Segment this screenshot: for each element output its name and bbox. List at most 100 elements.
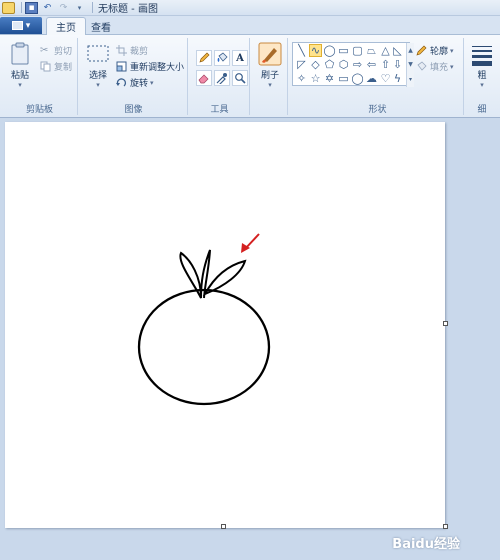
paste-label: 粘贴	[10, 71, 29, 81]
resize-label: 重新调整大小	[130, 63, 185, 73]
fill-dropdown-icon: ▾	[450, 62, 454, 71]
rounded-callout-shape-icon[interactable]: ▭	[337, 72, 350, 85]
curve-shape-icon[interactable]: ∿	[309, 44, 322, 57]
paste-button[interactable]: 粘贴 ▾	[6, 42, 34, 89]
fill-label: 填充	[430, 63, 449, 73]
polygon-shape-icon[interactable]: ⏢	[365, 44, 378, 57]
size-group-label: 细	[477, 105, 487, 115]
outline-pencil-icon	[416, 45, 427, 56]
ribbon: 粘贴 ▾ ✂ 剪切 复制 剪贴板 选择 ▾ 裁剪 重新调整大小 旋转 ▾ 图像 …	[0, 35, 500, 118]
oval-callout-shape-icon[interactable]: ◯	[351, 72, 364, 85]
scissors-icon: ✂	[40, 45, 49, 56]
undo-icon[interactable]: ↶	[41, 2, 54, 14]
paste-dropdown-icon: ▾	[18, 81, 22, 89]
separator	[21, 2, 22, 13]
select-dropdown-icon: ▾	[96, 81, 100, 89]
line-shape-icon[interactable]: ╲	[295, 44, 308, 57]
paint-app-icon[interactable]	[2, 1, 15, 14]
tools-group: A 工具	[190, 38, 250, 115]
copy-icon	[40, 61, 51, 72]
paint-menu-button[interactable]: ▾	[0, 17, 42, 34]
copy-label: 复制	[54, 63, 73, 73]
right-triangle-alt-shape-icon[interactable]: ◸	[295, 58, 308, 71]
left-arrow-shape-icon[interactable]: ⇦	[365, 58, 378, 71]
scroll-down-icon[interactable]: ▼	[408, 61, 413, 68]
four-point-star-shape-icon[interactable]: ✧	[295, 72, 308, 85]
right-leaf	[202, 259, 247, 296]
outline-button[interactable]: 轮廓 ▾	[416, 44, 454, 57]
rounded-rectangle-shape-icon[interactable]: ▢	[351, 44, 364, 57]
tab-home[interactable]: 主页	[46, 17, 86, 35]
shapes-group: ╲ ∿ ◯ ▭ ▢ ⏢ △ ◺ ◸ ◇ ⬠ ⬡ ⇨ ⇦ ⇧ ⇩ ✧ ☆ ✡ ▭ …	[292, 38, 464, 115]
brushes-button[interactable]: 刷子 ▾	[256, 42, 284, 89]
copy-button[interactable]: 复制	[40, 60, 72, 73]
cloud-callout-shape-icon[interactable]: ☁	[365, 72, 378, 85]
scroll-up-icon[interactable]: ▲	[408, 47, 413, 54]
canvas-resize-handle-right[interactable]	[443, 321, 448, 326]
apple-drawing	[137, 233, 271, 406]
rectangle-shape-icon[interactable]: ▭	[337, 44, 350, 57]
shapes-scrollbar[interactable]: ▲ ▼ ▾	[406, 43, 414, 87]
resize-icon	[116, 61, 127, 72]
crop-button[interactable]: 裁剪	[116, 44, 148, 57]
drawing-canvas[interactable]	[5, 122, 445, 528]
line-size-icon	[472, 46, 492, 66]
clipboard-group-label: 剪贴板	[25, 105, 53, 115]
paste-icon	[11, 42, 29, 65]
eraser-icon[interactable]	[196, 70, 212, 86]
redo-icon[interactable]: ↷	[57, 2, 70, 14]
shapes-group-label: 形状	[368, 105, 387, 115]
customize-toolbar-icon[interactable]: ▾	[73, 2, 86, 14]
separator	[92, 2, 93, 13]
diamond-shape-icon[interactable]: ◇	[309, 58, 322, 71]
magnifier-icon[interactable]	[232, 70, 248, 86]
canvas-resize-handle-corner[interactable]	[443, 524, 448, 529]
size-dropdown-icon: ▾	[480, 81, 484, 89]
hexagon-shape-icon[interactable]: ⬡	[337, 58, 350, 71]
shapes-gallery: ╲ ∿ ◯ ▭ ▢ ⏢ △ ◺ ◸ ◇ ⬠ ⬡ ⇨ ⇦ ⇧ ⇩ ✧ ☆ ✡ ▭ …	[292, 42, 414, 87]
image-group-label: 图像	[124, 105, 143, 115]
brushes-group: 刷子 ▾	[252, 38, 288, 115]
tab-view[interactable]: 查看	[82, 17, 120, 35]
brushes-label: 刷子	[260, 71, 279, 81]
rotate-button[interactable]: 旋转 ▾	[116, 76, 154, 89]
clipboard-group: 粘贴 ▾ ✂ 剪切 复制 剪贴板	[2, 38, 78, 115]
outline-dropdown-icon: ▾	[450, 46, 454, 55]
color-picker-icon[interactable]	[214, 70, 230, 86]
fill-button[interactable]: 填充 ▾	[416, 60, 454, 73]
image-group: 选择 ▾ 裁剪 重新调整大小 旋转 ▾ 图像	[80, 38, 188, 115]
right-triangle-shape-icon[interactable]: ◺	[391, 44, 404, 57]
expand-gallery-icon[interactable]: ▾	[409, 76, 412, 83]
fill-bucket-icon[interactable]	[214, 50, 230, 66]
canvas-resize-handle-bottom[interactable]	[221, 524, 226, 529]
down-arrow-shape-icon[interactable]: ⇩	[391, 58, 404, 71]
oval-shape-icon[interactable]: ◯	[323, 44, 336, 57]
six-point-star-shape-icon[interactable]: ✡	[323, 72, 336, 85]
rotate-icon	[116, 78, 127, 87]
watermark: Baidu经验	[392, 537, 460, 552]
window-title: 无标题 - 画图	[98, 4, 158, 15]
resize-button[interactable]: 重新调整大小	[116, 60, 184, 73]
crop-icon	[116, 45, 127, 56]
size-button[interactable]: 粗 ▾	[470, 44, 494, 89]
select-button[interactable]: 选择 ▾	[84, 42, 112, 89]
five-point-star-shape-icon[interactable]: ☆	[309, 72, 322, 85]
menu-doc-icon	[11, 21, 23, 30]
tools-group-label: 工具	[210, 105, 229, 115]
select-rect-icon	[87, 45, 109, 62]
lightning-shape-icon[interactable]: ϟ	[391, 72, 404, 85]
cut-button[interactable]: ✂ 剪切	[40, 44, 72, 57]
ribbon-tab-bar: ▾ 主页 查看	[0, 16, 500, 35]
canvas-workspace: Baidu经验	[0, 118, 500, 560]
size-group: 粗 ▾ 细	[466, 38, 498, 115]
pentagon-shape-icon[interactable]: ⬠	[323, 58, 336, 71]
save-icon[interactable]: ▪	[25, 1, 38, 14]
text-tool-icon[interactable]: A	[232, 50, 248, 66]
brush-icon	[258, 42, 282, 66]
fill-icon	[417, 61, 427, 71]
size-label: 粗	[477, 71, 487, 81]
right-arrow-shape-icon[interactable]: ⇨	[351, 58, 364, 71]
outline-label: 轮廓	[430, 47, 449, 57]
pencil-icon[interactable]	[196, 50, 212, 66]
title-bar: ▪ ↶ ↷ ▾ 无标题 - 画图	[0, 0, 500, 16]
